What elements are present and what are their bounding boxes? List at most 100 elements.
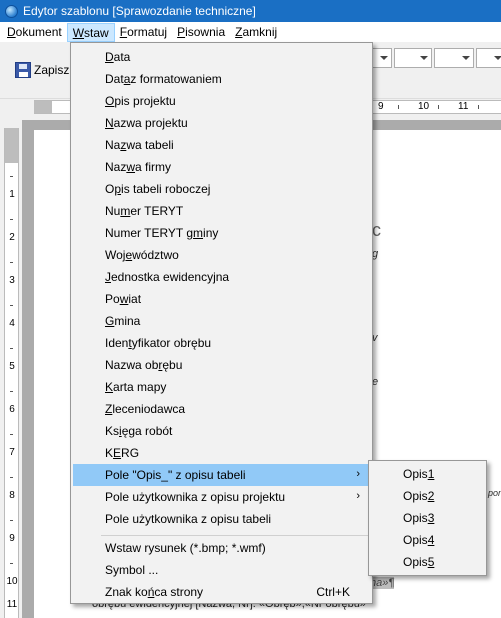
ruler-number: 4: [9, 318, 15, 329]
label-post: ęga robót: [121, 424, 173, 438]
menu-item-nazwa-firmy[interactable]: Naz w a firmy: [73, 156, 370, 178]
menu-item-data[interactable]: Data: [73, 46, 370, 68]
label-post: a firmy: [135, 160, 172, 174]
menu-dokument[interactable]: Dokument: [2, 23, 67, 42]
label-key: w: [119, 292, 129, 306]
menu-item-nazwa-projektu[interactable]: Nazwa projektu: [73, 112, 370, 134]
save-button[interactable]: Zapisz: [15, 62, 69, 78]
label-key: m: [120, 204, 131, 218]
menu-separator: [101, 535, 368, 536]
menu-item-numer-teryt[interactable]: Nu m er TERYT: [73, 200, 370, 222]
label-post: RG: [121, 446, 140, 460]
label-post: is tabeli roboczej: [121, 182, 211, 196]
menu-item-numer-teryt-gminy[interactable]: Numer TERYT g m iny: [73, 222, 370, 244]
ruler-tick: [10, 262, 13, 263]
menu-item-identyfikator-obrebu[interactable]: Iden t yfikator obrębu: [73, 332, 370, 354]
label-post: iat: [128, 292, 142, 306]
submenu-item-opis4[interactable]: Opis 4: [371, 529, 484, 551]
ruler-tick: [10, 176, 13, 177]
label-key: 3: [427, 511, 435, 525]
label-post: wództwo: [132, 248, 179, 262]
label-post: ca strony: [154, 585, 204, 599]
label-post: ębu: [162, 358, 183, 372]
label-pre: Dat: [105, 72, 124, 86]
menu-wstaw[interactable]: Wstaw: [66, 22, 115, 42]
menu-item-opis-tabeli-roboczej[interactable]: Op is tabeli roboczej: [73, 178, 370, 200]
menu-zamknij-rest: amknij: [242, 24, 278, 39]
menu-item-nazwa-tabeli[interactable]: Na z wa tabeli: [73, 134, 370, 156]
submenu-arrow-icon: ›: [356, 468, 360, 480]
label-key: ń: [147, 585, 155, 599]
menu-item-wstaw-rysunek[interactable]: Wstaw rysunek (*.bmp; *.wmf): [73, 537, 370, 559]
style-combo[interactable]: [434, 48, 474, 68]
menu-item-nazwa-obrebu[interactable]: Nazwa ob r ębu: [73, 354, 370, 376]
wstaw-dropdown-menu: Data Dat a z formatowaniem Opis projektu …: [70, 42, 373, 604]
menu-item-ksiega-robot[interactable]: Ks i ęga robót: [73, 420, 370, 442]
label-post: leceniodawca: [112, 402, 186, 416]
menu-item-pole-uzytkownika-z-opisu-projektu[interactable]: Pole użytkownika z opisu projektu ›: [73, 486, 370, 508]
label-pre: Opis: [403, 533, 428, 547]
label-pre: Opis: [403, 555, 428, 569]
ruler-tick: [10, 219, 13, 220]
menu-item-opis-projektu[interactable]: Opis projektu: [73, 90, 370, 112]
menu-item-karta-mapy[interactable]: Karta mapy: [73, 376, 370, 398]
label-pre: Nazwa ob: [105, 358, 159, 372]
label-pre: Po: [105, 292, 120, 306]
ruler-number: 5: [9, 361, 15, 372]
ruler-margin: [5, 128, 18, 163]
menu-dokument-key: D: [7, 24, 16, 39]
menu-wstaw-key: W: [72, 25, 85, 40]
vertical-ruler[interactable]: 1 2 3 4 5 6 7 8 9 10 11: [4, 128, 19, 618]
submenu-item-opis2[interactable]: Opis 2: [371, 485, 484, 507]
menu-dokument-rest: okument: [15, 24, 62, 39]
submenu-item-opis1[interactable]: Opis 1: [371, 463, 484, 485]
menu-item-data-z-formatowaniem[interactable]: Dat a z formatowaniem: [73, 68, 370, 90]
ruler-tick: [10, 348, 13, 349]
label: Wstaw rysunek (*.bmp; *.wmf): [105, 541, 266, 555]
ruler-number: 3: [9, 275, 15, 286]
menu-pisownia-rest: isownia: [185, 24, 226, 39]
size-combo[interactable]: [394, 48, 432, 68]
label-pre: Znak ko: [105, 585, 148, 599]
font-combo-tail[interactable]: [372, 48, 392, 68]
menu-item-powiat[interactable]: Po w iat: [73, 288, 370, 310]
page-text-fragment: c: [372, 220, 381, 240]
menu-pisownia[interactable]: Pisownia: [172, 23, 230, 42]
label-post: iny: [203, 226, 219, 240]
label-pre: Naz: [105, 160, 127, 174]
label-pre: Ks: [105, 424, 120, 438]
menu-item-jednostka-ewidencyjna[interactable]: Jednostka ewidencyjna: [73, 266, 370, 288]
menu-item-wojewodztwo[interactable]: Woj e wództwo: [73, 244, 370, 266]
label: Pole użytkownika z opisu tabeli: [105, 512, 272, 526]
ruler-number: 7: [9, 447, 15, 458]
label-post: wa tabeli: [126, 138, 174, 152]
ruler-tick: [398, 105, 399, 109]
ruler-tick: [10, 563, 13, 564]
submenu-item-opis5[interactable]: Opis 5: [371, 551, 484, 573]
opis-submenu: Opis 1 Opis 2 Opis 3 Opis 4 Opis 5: [368, 460, 487, 576]
menu-wstaw-rest: staw: [84, 25, 109, 40]
menu-zamknij[interactable]: Zamknij: [230, 23, 282, 42]
menu-item-symbol[interactable]: Symbol ...: [73, 559, 370, 581]
ruler-margin: [34, 101, 52, 113]
ruler-number: 2: [9, 232, 15, 243]
menu-formatuj[interactable]: Formatuj: [115, 23, 172, 42]
menu-item-pole-uzytkownika-z-opisu-tabeli[interactable]: Pole użytkownika z opisu tabeli: [73, 508, 370, 530]
ruler-tick: [478, 105, 479, 109]
menu-item-gmina[interactable]: Gmina: [73, 310, 370, 332]
ruler-number: 9: [9, 533, 15, 544]
menu-item-znak-konca-strony[interactable]: Znak ko ń ca strony Ctrl+K: [73, 581, 370, 603]
label-key: Z: [105, 402, 113, 416]
shortcut-label: Ctrl+K: [316, 585, 350, 599]
submenu-item-opis3[interactable]: Opis 3: [371, 507, 484, 529]
document-text-line: na»¶: [370, 577, 395, 589]
window-title: Edytor szablonu [Sprawozdanie techniczne…: [23, 4, 256, 18]
menu-item-kerg[interactable]: K E RG: [73, 442, 370, 464]
menu-item-pole-opis-z-opisu-tabeli[interactable]: Pole "Opis_" z opisu tabeli ›: [73, 464, 370, 486]
menu-item-zleceniodawca[interactable]: Zleceniodawca: [73, 398, 370, 420]
label-pre: Opis: [403, 511, 428, 525]
ruler-number: 1: [9, 189, 15, 200]
menu-formatuj-key: F: [119, 24, 128, 39]
chevron-down-icon: [380, 56, 388, 60]
color-combo[interactable]: [476, 48, 501, 68]
